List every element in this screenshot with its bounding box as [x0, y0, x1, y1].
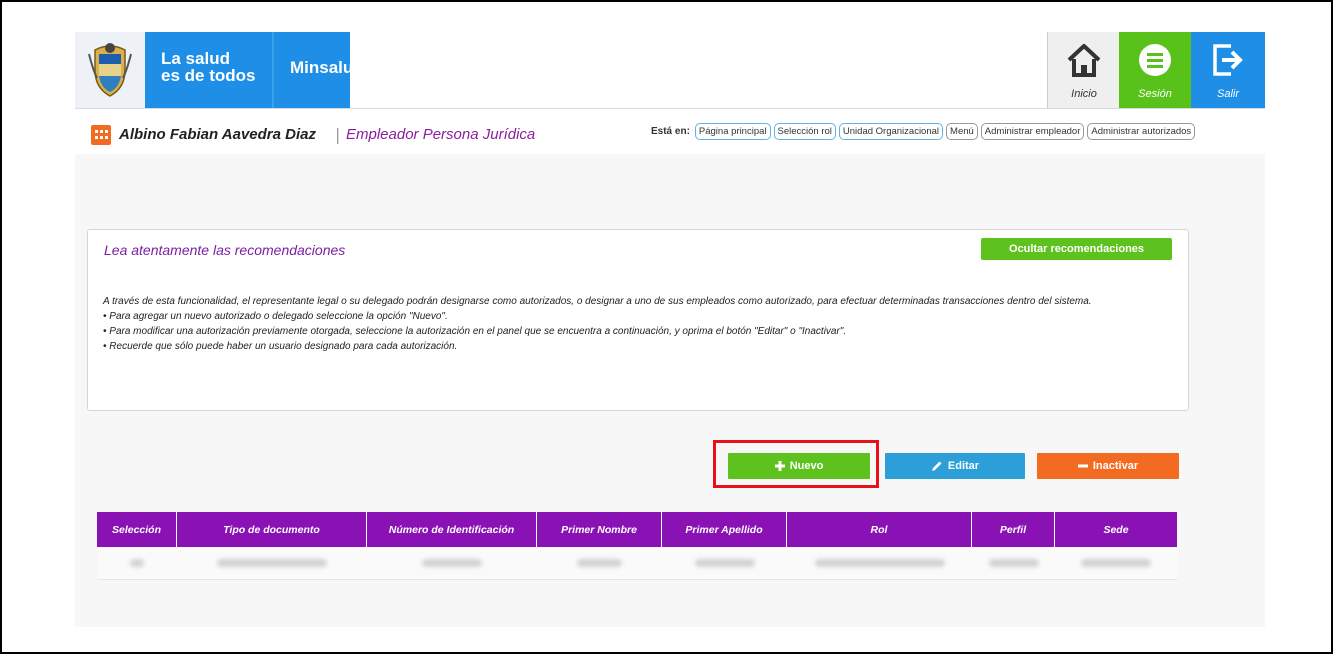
editar-button[interactable]: Editar — [885, 453, 1025, 479]
breadcrumb-seleccion-rol[interactable]: Selección rol — [773, 123, 836, 140]
column-header[interactable]: Tipo de documento — [177, 512, 367, 547]
home-icon — [1067, 44, 1101, 77]
table-header: Selección Tipo de documento Número de Id… — [97, 512, 1177, 547]
breadcrumb-menu[interactable]: Menú — [946, 123, 978, 140]
breadcrumb-administrar-autorizados[interactable]: Administrar autorizados — [1087, 123, 1196, 140]
inicio-label: Inicio — [1071, 88, 1097, 100]
table-cell-blurred — [537, 547, 662, 579]
recommendations-panel: Lea atentamente las recomendaciones Ocul… — [87, 229, 1189, 411]
breadcrumb: Está en: Página principal Selección rol … — [651, 123, 1196, 140]
exit-icon — [1213, 44, 1243, 76]
column-header[interactable]: Primer Nombre — [537, 512, 662, 547]
recommendation-item: • Para modificar una autorización previa… — [103, 326, 847, 337]
editar-label: Editar — [947, 460, 980, 472]
breadcrumb-administrar-empleador[interactable]: Administrar empleador — [980, 123, 1085, 140]
table-cell-blurred — [787, 547, 972, 579]
coat-of-arms-icon — [88, 43, 132, 97]
brand-banner: La salud es de todos Minsalud — [145, 32, 364, 108]
salir-label: Salir — [1216, 88, 1239, 100]
minus-icon — [1077, 464, 1088, 468]
table-cell-blurred — [177, 547, 367, 579]
sesion-label: Sesión — [1138, 88, 1172, 100]
inactivar-label: Inactivar — [1092, 460, 1139, 472]
user-separator: | — [335, 125, 341, 144]
sesion-button[interactable]: Sesión — [1119, 32, 1191, 108]
recommendations-title: Lea atentamente las recomendaciones — [104, 242, 346, 258]
table-cell-blurred — [367, 547, 537, 579]
table-cell-blurred — [972, 547, 1055, 579]
logo-area — [75, 32, 145, 108]
table-cell-blurred — [1055, 547, 1177, 579]
salir-button[interactable]: Salir — [1191, 32, 1265, 108]
brand-divider — [272, 32, 274, 108]
column-header[interactable]: Sede — [1055, 512, 1177, 547]
authorized-table: Selección Tipo de documento Número de Id… — [97, 512, 1177, 580]
column-header[interactable]: Selección — [97, 512, 177, 547]
header: La salud es de todos Minsalud Inicio Ses… — [75, 32, 1265, 109]
menu-icon — [1139, 44, 1171, 76]
recommendation-item: • Recuerde que sólo puede haber un usuar… — [103, 341, 458, 352]
recommendations-text: A través de esta funcionalidad, el repre… — [103, 294, 1178, 354]
inactivar-button[interactable]: Inactivar — [1037, 453, 1179, 479]
user-bar: Albino Fabian Aavedra Diaz | Empleador P… — [75, 109, 1265, 154]
ministry-name: Minsalud — [290, 58, 364, 77]
building-icon — [91, 125, 111, 145]
user-name: Albino Fabian Aavedra Diaz — [119, 126, 316, 143]
column-header[interactable]: Perfil — [972, 512, 1055, 547]
recommendation-item: • Para agregar un nuevo autorizado o del… — [103, 311, 448, 322]
table-cell-blurred — [97, 547, 177, 579]
column-header[interactable]: Primer Apellido — [662, 512, 787, 547]
brand-slogan: La salud es de todos — [161, 49, 256, 85]
column-header[interactable]: Rol — [787, 512, 972, 547]
user-role: Empleador Persona Jurídica — [346, 126, 536, 143]
breadcrumb-label: Está en: — [651, 126, 690, 137]
inicio-button[interactable]: Inicio — [1047, 32, 1120, 108]
nuevo-highlight-box — [713, 440, 879, 488]
column-header[interactable]: Número de Identificación — [367, 512, 537, 547]
table-cell-blurred — [662, 547, 787, 579]
breadcrumb-pagina-principal[interactable]: Página principal — [694, 123, 771, 140]
hide-recommendations-button[interactable]: Ocultar recomendaciones — [981, 238, 1172, 260]
app-window: La salud es de todos Minsalud Inicio Ses… — [75, 32, 1265, 627]
recommendation-intro: A través de esta funcionalidad, el repre… — [103, 296, 1092, 307]
pencil-icon — [931, 461, 942, 471]
table-row[interactable] — [97, 547, 1177, 580]
breadcrumb-unidad-organizacional[interactable]: Unidad Organizacional — [838, 123, 944, 140]
